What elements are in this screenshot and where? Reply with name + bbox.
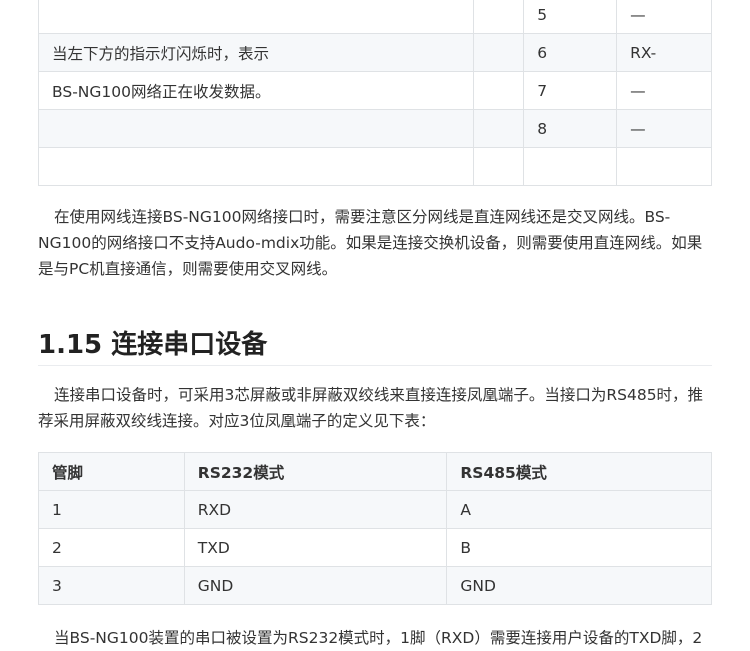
table-row: 当左下方的指示灯闪烁时，表示 6 RX-: [37, 33, 712, 72]
pin-cell: 1: [38, 490, 185, 529]
rs485-cell: GND: [446, 566, 712, 605]
network-pin-table: 5 — 当左下方的指示灯闪烁时，表示 6 RX- BS-NG100网络正在收发数…: [37, 0, 712, 186]
table-row: 8 —: [37, 109, 712, 148]
rs232-cell: TXD: [183, 528, 448, 567]
pin-cell: 7: [523, 71, 618, 110]
table-row: [37, 147, 712, 186]
table-row: 3 GND GND: [38, 566, 712, 605]
empty-cell: [473, 71, 525, 110]
rs485-cell: B: [446, 528, 712, 567]
pin-cell: 5: [523, 0, 618, 34]
pin-cell: 2: [38, 528, 185, 567]
description-cell: [37, 109, 475, 148]
signal-cell: RX-: [616, 33, 712, 72]
signal-cell: —: [616, 0, 712, 34]
description-cell: BS-NG100网络正在收发数据。: [37, 71, 475, 110]
empty-cell: [473, 147, 525, 186]
header-rs485: RS485模式: [446, 452, 712, 491]
section-intro-paragraph: 连接串口设备时，可采用3芯屏蔽或非屏蔽双绞线来直接连接凤凰端子。当接口为RS48…: [38, 386, 704, 430]
signal-cell: —: [616, 109, 712, 148]
description-cell: [37, 0, 475, 34]
serial-pin-table: 管脚 RS232模式 RS485模式 1 RXD A 2 TXD B 3 GND…: [38, 452, 712, 605]
rs232-cell: RXD: [183, 490, 448, 529]
section-heading: 1.15 连接串口设备: [38, 327, 712, 366]
description-cell: [37, 147, 475, 186]
table-header-row: 管脚 RS232模式 RS485模式: [38, 452, 712, 491]
description-cell: 当左下方的指示灯闪烁时，表示: [37, 33, 475, 72]
empty-cell: [473, 0, 525, 34]
empty-cell: [473, 33, 525, 72]
table-row: 2 TXD B: [38, 528, 712, 567]
cable-paragraph: 在使用网线连接BS-NG100网络接口时，需要注意区分网线是直连网线还是交叉网线…: [38, 208, 703, 278]
signal-cell: [616, 147, 712, 186]
pin-cell: 6: [523, 33, 618, 72]
rs232-cell: GND: [183, 566, 448, 605]
pin-cell: 3: [38, 566, 185, 605]
table-row: 1 RXD A: [38, 490, 712, 529]
header-pin: 管脚: [38, 452, 185, 491]
table-row: 5 —: [37, 0, 712, 34]
document-content: 5 — 当左下方的指示灯闪烁时，表示 6 RX- BS-NG100网络正在收发数…: [37, 0, 712, 651]
pin-cell: 8: [523, 109, 618, 148]
empty-cell: [473, 109, 525, 148]
table-row: BS-NG100网络正在收发数据。 7 —: [37, 71, 712, 110]
signal-cell: —: [616, 71, 712, 110]
footer-paragraph: 当BS-NG100装置的串口被设置为RS232模式时，1脚（RXD）需要连接用户…: [54, 629, 703, 647]
rs485-cell: A: [446, 490, 712, 529]
pin-cell: [523, 147, 618, 186]
header-rs232: RS232模式: [183, 452, 448, 491]
